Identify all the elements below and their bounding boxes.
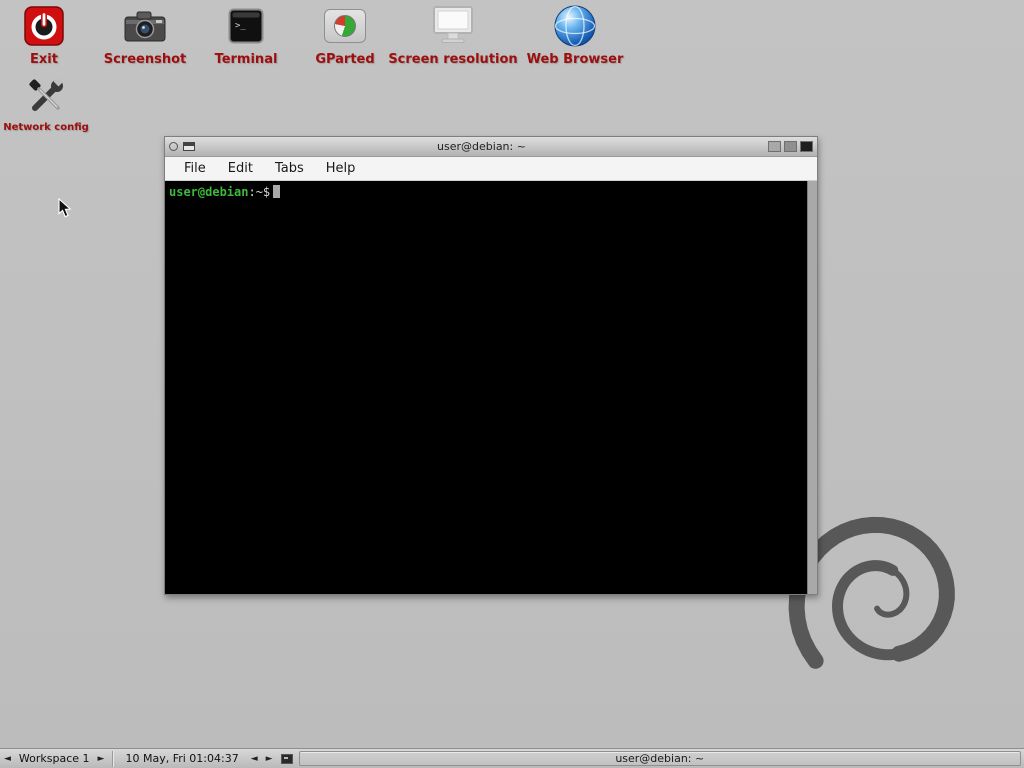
close-button[interactable] — [800, 141, 813, 152]
window-menu-icon[interactable] — [169, 142, 178, 151]
desktop-icon-label: Exit — [30, 52, 58, 67]
maximize-button[interactable] — [784, 141, 797, 152]
terminal-content[interactable]: user@debian:~$ — [165, 181, 817, 594]
workspace-prev-button[interactable]: ◄ — [0, 754, 15, 764]
terminal-scrollbar[interactable] — [807, 181, 817, 594]
menu-help[interactable]: Help — [315, 157, 367, 180]
taskbar-separator — [112, 751, 113, 767]
prompt-user-host: user@debian — [169, 185, 248, 199]
menu-file[interactable]: File — [173, 157, 217, 180]
tools-icon — [25, 72, 67, 120]
menu-tabs[interactable]: Tabs — [264, 157, 315, 180]
desktop-icon-network-config[interactable]: Network config — [0, 72, 121, 133]
taskbar-task-button[interactable]: user@debian: ~ — [299, 751, 1021, 766]
taskbar: ◄ Workspace 1 ► 10 May, Fri 01:04:37 ◄ ►… — [0, 748, 1024, 768]
desktop-icon-label: Terminal — [215, 52, 278, 67]
pager-next-button[interactable]: ► — [262, 754, 277, 764]
svg-text:>_: >_ — [235, 21, 246, 31]
terminal-icon: >_ — [228, 2, 264, 50]
shell-prompt: user@debian:~$ — [165, 181, 817, 203]
prompt-path: :~$ — [248, 185, 270, 199]
window-titlebar[interactable]: user@debian: ~ — [165, 137, 817, 157]
terminal-cursor — [273, 185, 280, 198]
camera-icon — [122, 2, 168, 50]
workspace-next-button[interactable]: ► — [94, 754, 109, 764]
pager-prev-button[interactable]: ◄ — [247, 754, 262, 764]
task-window-icon — [281, 754, 293, 764]
taskbar-task-label: user@debian: ~ — [615, 752, 704, 765]
monitor-icon — [430, 2, 476, 50]
terminal-window: user@debian: ~ File Edit Tabs Help user@… — [164, 136, 818, 595]
disk-partition-icon — [324, 2, 366, 50]
mouse-cursor — [58, 198, 72, 218]
desktop-icon-label: Screen resolution — [388, 52, 517, 67]
desktop-icon-web-browser[interactable]: Web Browser — [500, 2, 650, 67]
menu-edit[interactable]: Edit — [217, 157, 264, 180]
window-menubar: File Edit Tabs Help — [165, 157, 817, 181]
minimize-button[interactable] — [768, 141, 781, 152]
globe-icon — [553, 2, 597, 50]
power-icon — [24, 2, 64, 50]
window-title: user@debian: ~ — [201, 140, 762, 153]
workspace-label[interactable]: Workspace 1 — [15, 752, 94, 765]
desktop-icon-label: Network config — [3, 122, 89, 133]
taskbar-clock: 10 May, Fri 01:04:37 — [117, 752, 246, 765]
desktop-icon-label: Web Browser — [527, 52, 624, 67]
window-app-icon — [183, 142, 195, 151]
desktop-icon-label: GParted — [315, 52, 374, 67]
